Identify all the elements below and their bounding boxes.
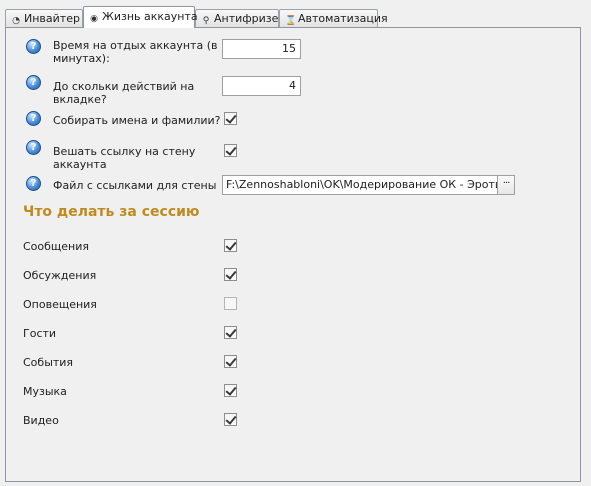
links-file-input[interactable]: F:\Zennoshabloni\OK\Модерирование ОК - Э…: [222, 175, 498, 195]
account-life-panel: ? Время на отдых аккаунта (в минутах): 1…: [5, 27, 581, 482]
tab-antifreezer[interactable]: ⚲ Антифризер: [195, 9, 285, 27]
session-item-music-label: Музыка: [23, 385, 67, 398]
hourglass-icon: ⌛: [285, 16, 297, 26]
session-item-discussions-label: Обсуждения: [23, 269, 97, 282]
tab-antifreezer-label: Антифризер: [214, 12, 286, 25]
invite-icon: ◔: [12, 16, 20, 26]
help-icon[interactable]: ?: [26, 140, 41, 155]
session-section-title: Что делать за сессию: [23, 204, 200, 220]
session-item-guests-label: Гости: [23, 327, 57, 340]
collect-names-label: Собирать имена и фамилии?: [53, 114, 221, 127]
wall-link-label: Вешать ссылку на стену аккаунта: [53, 145, 196, 171]
session-item-discussions-checkbox[interactable]: [224, 268, 237, 281]
tab-account-life[interactable]: ◉ Жизнь аккаунта: [83, 6, 198, 28]
tab-automation-label: Автоматизация: [298, 12, 388, 25]
globe-icon: ◉: [90, 14, 98, 24]
help-icon[interactable]: ?: [26, 111, 41, 126]
search-icon: ⚲: [202, 16, 210, 26]
collect-names-checkbox[interactable]: [224, 112, 237, 125]
session-item-guests-checkbox[interactable]: [224, 326, 237, 339]
session-item-events-checkbox[interactable]: [224, 355, 237, 368]
tab-account-life-label: Жизнь аккаунта: [102, 10, 198, 23]
actions-per-tab-label: До скольки действий на вкладке?: [53, 80, 195, 106]
actions-per-tab-input[interactable]: 4: [222, 76, 301, 96]
tab-inviter-label: Инвайтер: [24, 12, 80, 25]
session-item-music-checkbox[interactable]: [224, 384, 237, 397]
session-item-events-label: События: [23, 356, 74, 369]
tab-automation[interactable]: ⌛ Автоматизация: [279, 9, 388, 27]
tab-strip: ◔ Инвайтер ◉ Жизнь аккаунта ⚲ Антифризер ⌛ А…: [5, 6, 585, 28]
session-item-messages-label: Сообщения: [23, 240, 90, 253]
session-item-video-label: Видео: [23, 414, 59, 427]
settings-window: ◔ Инвайтер ◉ Жизнь аккаунта ⚲ Антифризер ⌛ А…: [0, 0, 591, 486]
rest-time-input[interactable]: 15: [222, 39, 301, 59]
rest-time-label: Время на отдых аккаунта (в минутах):: [53, 39, 218, 65]
wall-link-checkbox[interactable]: [224, 144, 237, 157]
session-item-notifications-checkbox[interactable]: [224, 297, 237, 310]
browse-button[interactable]: ···: [498, 175, 515, 195]
session-item-video-checkbox[interactable]: [224, 413, 237, 426]
links-file-label: Файл с ссылками для стены: [53, 179, 217, 192]
help-icon[interactable]: ?: [26, 75, 41, 90]
help-icon[interactable]: ?: [26, 39, 41, 54]
session-item-notifications-label: Оповещения: [23, 298, 97, 311]
session-item-messages-checkbox[interactable]: [224, 239, 237, 252]
tab-inviter[interactable]: ◔ Инвайтер: [5, 9, 83, 27]
help-icon[interactable]: ?: [26, 176, 41, 191]
